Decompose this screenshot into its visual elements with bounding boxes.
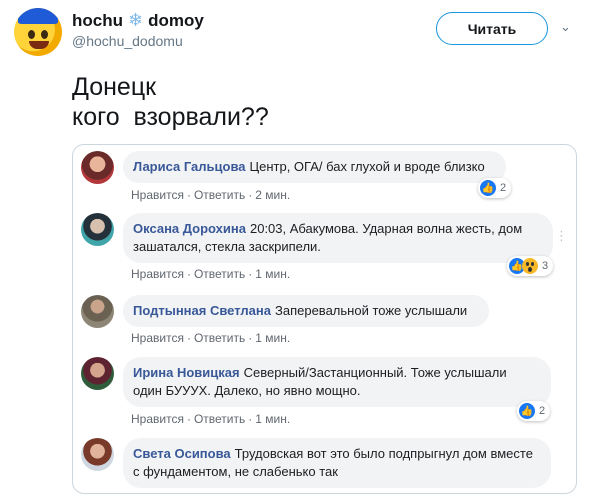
snowflake-icon: ❄ — [128, 10, 144, 31]
profile-avatar[interactable] — [14, 8, 62, 56]
comment-actions: Нравится · Ответить · 2 мин. — [131, 188, 291, 202]
follow-button[interactable]: Читать — [436, 12, 548, 45]
tweet-text: Донецк кого взорвали?? — [72, 73, 269, 131]
reply-link[interactable]: Ответить — [194, 412, 245, 426]
mouth — [29, 41, 49, 49]
attached-image[interactable]: Лариса Гальцова Центр, ОГА/ бах глухой и … — [72, 144, 577, 494]
commenter-avatar[interactable] — [81, 151, 114, 184]
thumbs-up-icon: 👍 — [519, 403, 535, 419]
reaction-count: 2 — [500, 182, 507, 194]
display-name-second: domoy — [148, 10, 204, 30]
wow-icon — [522, 258, 538, 274]
comment-actions: Нравится · Ответить · 1 мин. — [131, 267, 291, 281]
comment-author[interactable]: Подтынная Светлана — [133, 303, 271, 318]
comment-time: 2 мин. — [255, 188, 291, 202]
eye-left — [28, 30, 35, 39]
hat-decoration — [18, 8, 58, 24]
reply-link[interactable]: Ответить — [194, 267, 245, 281]
comment-bubble: Оксана Дорохина 20:03, Абакумова. Ударная… — [123, 213, 553, 263]
eye-right — [41, 30, 48, 39]
comment-bubble: Подтынная Светлана Заперевальной тоже усл… — [123, 295, 489, 327]
comment-bubble: Лариса Гальцова Центр, ОГА/ бах глухой и … — [123, 151, 506, 183]
comment-actions: Нравится · Ответить · 1 мин. — [131, 412, 291, 426]
comment-actions: Нравится · Ответить · 1 мин. — [131, 331, 291, 345]
like-link[interactable]: Нравится — [131, 331, 184, 345]
comment-author[interactable]: Оксана Дорохина — [133, 221, 246, 236]
commenter-avatar[interactable] — [81, 213, 114, 246]
like-link[interactable]: Нравится — [131, 188, 184, 202]
reaction-count: 3 — [542, 260, 549, 272]
reaction-count: 2 — [539, 405, 546, 417]
comment-time: 1 мин. — [255, 331, 291, 345]
comment-text: Центр, ОГА/ бах глухой и вроде близко — [249, 159, 485, 174]
user-handle[interactable]: @hochu_dodomu — [72, 33, 183, 49]
like-link[interactable]: Нравится — [131, 412, 184, 426]
reaction-badge[interactable]: 👍 2 — [517, 401, 551, 421]
thumbs-up-icon: 👍 — [480, 180, 496, 196]
reply-link[interactable]: Ответить — [194, 331, 245, 345]
comment-bubble: Ирина Новицкая Северный/Застанционный. То… — [123, 357, 551, 407]
comment-text: Заперевальной тоже услышали — [275, 303, 468, 318]
more-options-icon[interactable]: ⋮ — [555, 229, 568, 244]
comment-author[interactable]: Ирина Новицкая — [133, 365, 240, 380]
reaction-badge[interactable]: 👍 2 — [478, 178, 512, 198]
chevron-down-icon[interactable]: ⌄ — [560, 20, 576, 36]
reply-link[interactable]: Ответить — [194, 188, 245, 202]
comment-time: 1 мин. — [255, 412, 291, 426]
reaction-badge[interactable]: 👍 3 — [507, 256, 554, 276]
like-link[interactable]: Нравится — [131, 267, 184, 281]
comment-bubble: Света Осипова Трудовская вот это было под… — [123, 438, 551, 488]
comment-time: 1 мин. — [255, 267, 291, 281]
display-name-first: hochu — [72, 10, 123, 30]
commenter-avatar[interactable] — [81, 357, 114, 390]
commenter-avatar[interactable] — [81, 295, 114, 328]
comment-author[interactable]: Лариса Гальцова — [133, 159, 246, 174]
commenter-avatar[interactable] — [81, 438, 114, 471]
comment-author[interactable]: Света Осипова — [133, 446, 231, 461]
display-name[interactable]: hochu ❄ domoy — [72, 10, 204, 31]
